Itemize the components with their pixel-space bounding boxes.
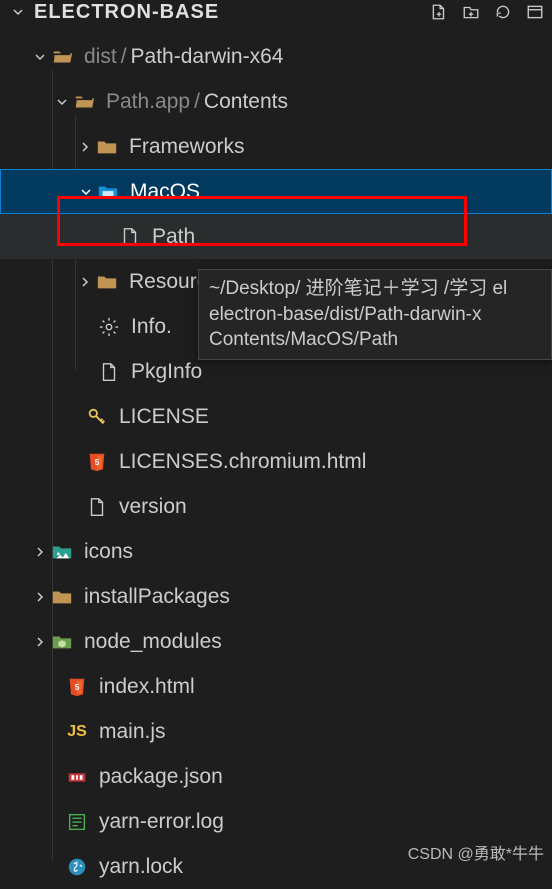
log-icon xyxy=(65,810,89,834)
file-tree: dist/Path-darwin-x64 Path.app/Contents F… xyxy=(0,28,552,889)
header-actions xyxy=(430,3,544,21)
file-icon xyxy=(118,225,142,249)
folder-label: node_modules xyxy=(84,630,222,654)
folder-icon xyxy=(95,135,119,159)
tooltip-line: electron-base/dist/Path-darwin-x xyxy=(209,302,541,328)
tree-file-mainjs[interactable]: JS main.js xyxy=(0,709,552,754)
file-label: Info. xyxy=(131,315,172,339)
tree-folder-installpackages[interactable]: installPackages xyxy=(0,574,552,619)
node-folder-icon xyxy=(50,630,74,654)
key-icon xyxy=(85,405,109,429)
folder-label: dist xyxy=(84,45,117,68)
svg-text:5: 5 xyxy=(75,682,80,691)
refresh-icon[interactable] xyxy=(494,3,512,21)
folder-label: icons xyxy=(84,540,133,564)
file-label: version xyxy=(119,495,187,519)
tree-file-license[interactable]: LICENSE xyxy=(0,394,552,439)
chevron-right-icon xyxy=(75,272,95,292)
explorer-header: ELECTRON-BASE xyxy=(0,0,552,28)
html-icon: 5 xyxy=(65,675,89,699)
file-label: LICENSES.chromium.html xyxy=(119,450,366,474)
folder-label: Frameworks xyxy=(129,135,245,159)
tree-folder-icons[interactable]: icons xyxy=(0,529,552,574)
tree-folder-macos[interactable]: MacOS xyxy=(0,169,552,214)
npm-icon xyxy=(65,765,89,789)
file-icon xyxy=(85,495,109,519)
file-label: PkgInfo xyxy=(131,360,202,384)
file-label: yarn.lock xyxy=(99,855,183,879)
yarn-icon xyxy=(65,855,89,879)
tree-folder-pathapp[interactable]: Path.app/Contents xyxy=(0,79,552,124)
tree-file-version[interactable]: version xyxy=(0,484,552,529)
new-folder-icon[interactable] xyxy=(462,3,480,21)
folder-sub-label: Contents xyxy=(204,90,288,113)
js-icon: JS xyxy=(65,720,89,744)
tooltip-line: Contents/MacOS/Path xyxy=(209,327,541,353)
chevron-down-icon xyxy=(30,47,50,67)
folder-label: MacOS xyxy=(130,180,200,204)
new-file-icon[interactable] xyxy=(430,3,448,21)
chevron-right-icon xyxy=(75,137,95,157)
file-label: LICENSE xyxy=(119,405,209,429)
chevron-down-icon xyxy=(52,92,72,112)
path-tooltip: ~/Desktop/ 进阶笔记＋学习 /学习 el electron-base/… xyxy=(198,269,552,360)
watermark: CSDN @勇敢*牛牛 xyxy=(408,840,544,864)
svg-text:5: 5 xyxy=(95,457,100,466)
file-label: package.json xyxy=(99,765,223,789)
folder-icon xyxy=(95,270,119,294)
folder-label: installPackages xyxy=(84,585,230,609)
file-label: index.html xyxy=(99,675,195,699)
folder-open-icon xyxy=(50,45,74,69)
tree-file-indexhtml[interactable]: 5 index.html xyxy=(0,664,552,709)
file-label: yarn-error.log xyxy=(99,810,224,834)
folder-open-icon xyxy=(72,90,96,114)
collapse-icon[interactable] xyxy=(526,3,544,21)
folder-sub-label: Path-darwin-x64 xyxy=(131,45,284,68)
chevron-right-icon xyxy=(30,587,50,607)
tree-folder-dist[interactable]: dist/Path-darwin-x64 xyxy=(0,34,552,79)
html-icon: 5 xyxy=(85,450,109,474)
folder-label: Path.app xyxy=(106,90,190,113)
gear-icon xyxy=(97,315,121,339)
tooltip-line: ~/Desktop/ 进阶笔记＋学习 /学习 el xyxy=(209,276,541,302)
file-icon xyxy=(97,360,121,384)
tree-folder-node-modules[interactable]: node_modules xyxy=(0,619,552,664)
tree-file-licenses-chromium[interactable]: 5 LICENSES.chromium.html xyxy=(0,439,552,484)
file-label: main.js xyxy=(99,720,166,744)
chevron-right-icon xyxy=(30,632,50,652)
tree-file-path[interactable]: Path xyxy=(0,214,552,259)
images-folder-icon xyxy=(50,540,74,564)
project-title: ELECTRON-BASE xyxy=(34,1,219,24)
file-label: Path xyxy=(152,225,195,249)
tree-folder-frameworks[interactable]: Frameworks xyxy=(0,124,552,169)
tree-file-packagejson[interactable]: package.json xyxy=(0,754,552,799)
macos-folder-icon xyxy=(96,180,120,204)
chevron-down-icon[interactable] xyxy=(8,2,28,22)
folder-icon xyxy=(50,585,74,609)
chevron-down-icon xyxy=(76,182,96,202)
chevron-right-icon xyxy=(30,542,50,562)
tree-file-yarnerror[interactable]: yarn-error.log xyxy=(0,799,552,844)
